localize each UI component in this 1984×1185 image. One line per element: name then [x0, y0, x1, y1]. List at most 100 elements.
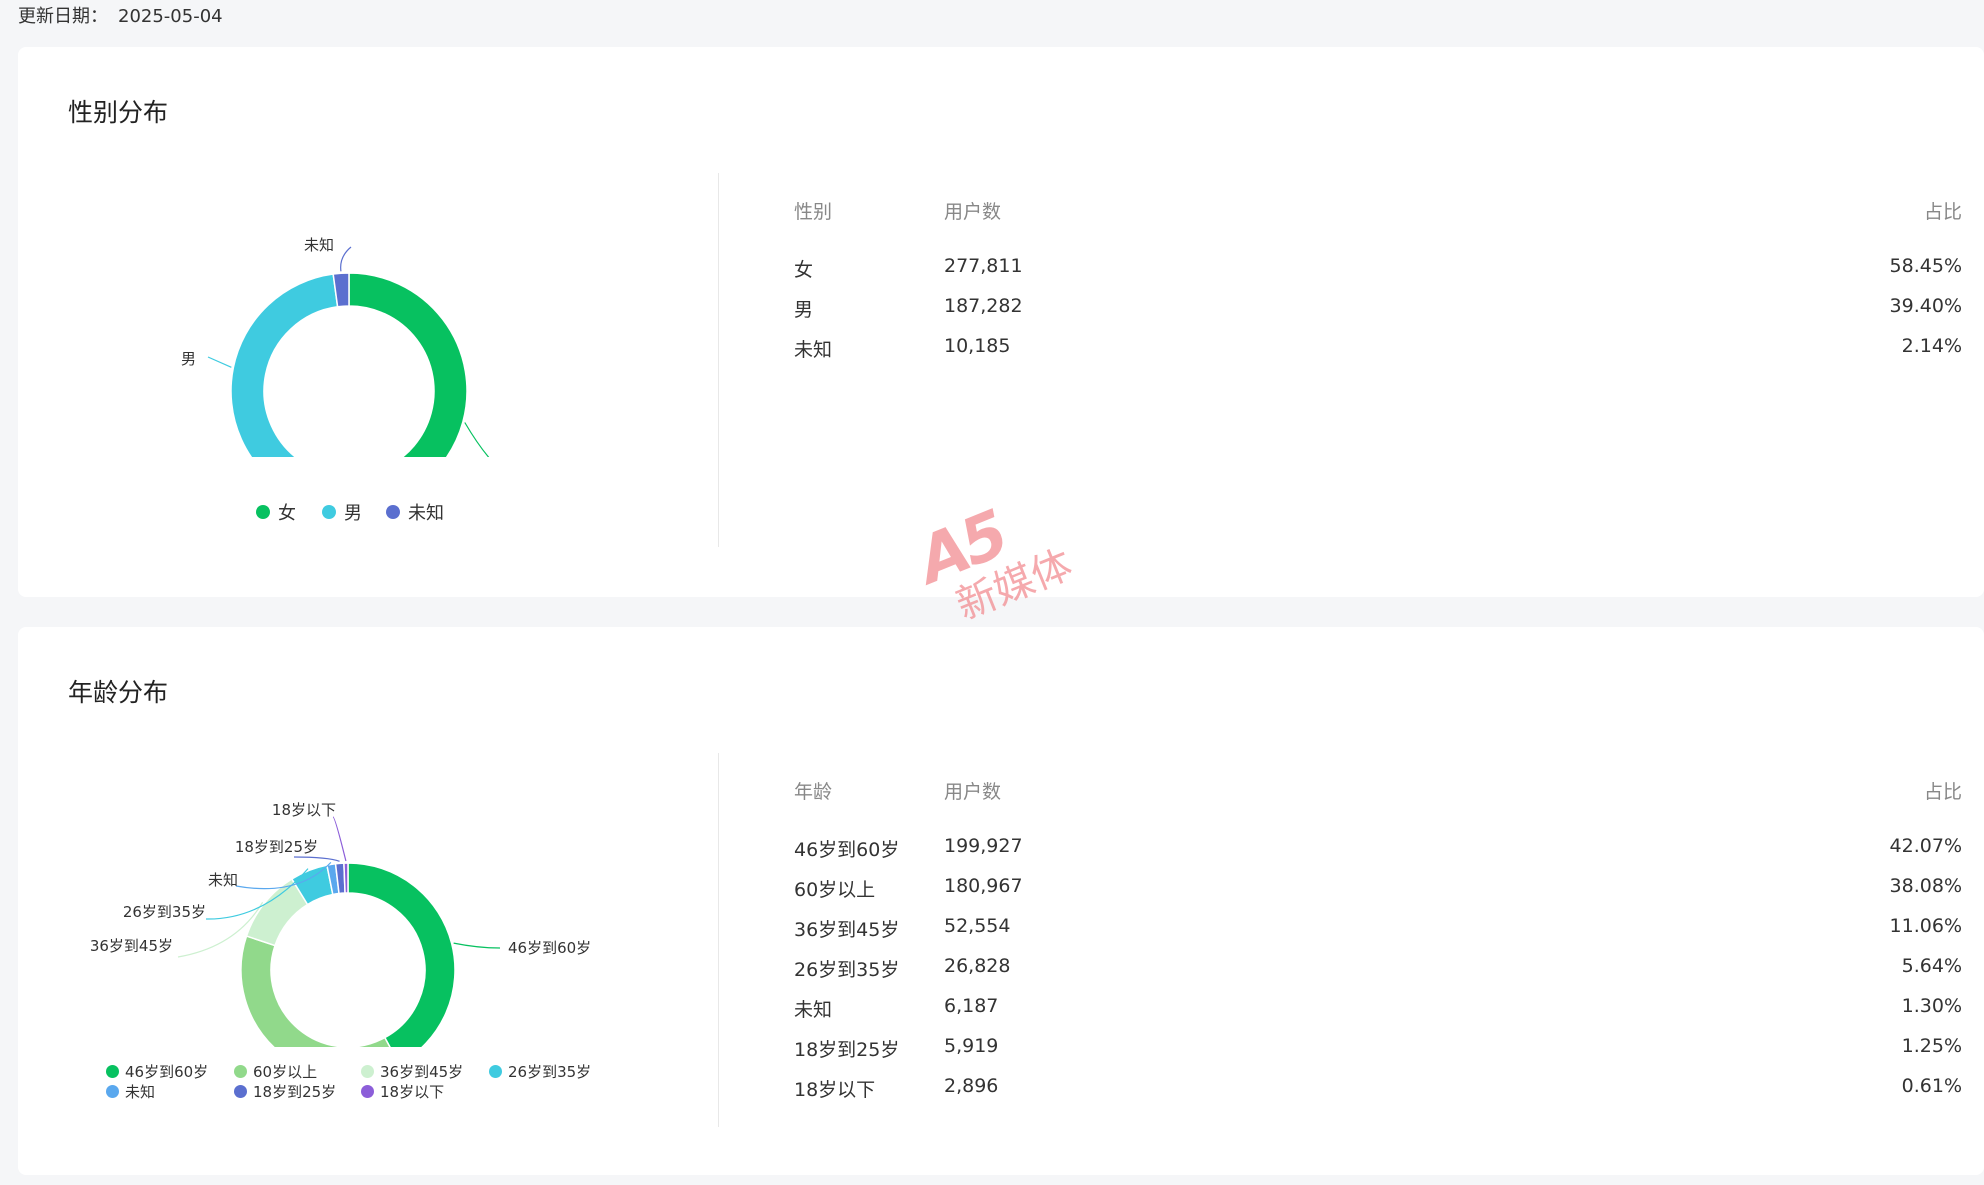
- legend-item[interactable]: 36岁到45岁: [361, 1061, 463, 1082]
- gender-title: 性别分布: [68, 98, 169, 127]
- legend-item-male[interactable]: 男: [322, 499, 362, 525]
- slice-label: 未知: [208, 871, 238, 889]
- update-date-value: 2025-05-04: [118, 6, 223, 27]
- cell-category: 26岁到35岁: [794, 959, 900, 981]
- cell-category: 46岁到60岁: [794, 839, 900, 861]
- age-legend: 46岁到60岁 60岁以上 36岁到45岁 26岁到35岁未知 18岁到25岁 18岁以下: [106, 1061, 626, 1101]
- cell-user-count: 187,282: [944, 295, 1023, 317]
- age-donut-chart: 46岁到60岁60岁以上36岁到45岁26岁到35岁未知18岁到25岁18岁以下: [90, 801, 591, 1078]
- cell-category: 18岁到25岁: [794, 1039, 900, 1061]
- label-leader-line: [340, 246, 352, 272]
- legend-item[interactable]: 60岁以上: [234, 1061, 317, 1082]
- age-title: 年龄分布: [68, 678, 169, 707]
- legend-item-female[interactable]: 女: [256, 499, 296, 525]
- legend-item[interactable]: 26岁到35岁: [489, 1061, 591, 1082]
- slice-label: 男: [181, 350, 196, 368]
- cell-category: 未知: [794, 999, 833, 1021]
- legend-label: 36岁到45岁: [380, 1063, 464, 1081]
- header-gender: 性别: [794, 201, 833, 223]
- cell-category: 男: [794, 299, 814, 321]
- slice-label: 未知: [304, 236, 334, 254]
- slice-label: 26岁到35岁: [123, 903, 206, 921]
- legend-item[interactable]: 未知: [106, 1081, 155, 1102]
- cell-ratio: 11.06%: [1889, 915, 1962, 937]
- label-leader-line: [332, 816, 347, 862]
- slice-label: 18岁到25岁: [235, 838, 318, 856]
- legend-label: 46岁到60岁: [125, 1063, 209, 1081]
- gender-chart: 女男未知: [58, 167, 678, 510]
- label-leader-line: [293, 856, 340, 862]
- gender-divider: [718, 173, 719, 547]
- header-age: 年龄: [794, 781, 833, 803]
- legend-label: 男: [344, 503, 362, 524]
- cell-category: 未知: [794, 339, 833, 361]
- cell-category: 女: [794, 259, 814, 281]
- table-row: 18岁以下 2,896 0.61%: [794, 1075, 1962, 1115]
- legend-dot: [234, 1065, 247, 1078]
- gender-legend: 女 男 未知: [256, 499, 556, 525]
- table-row: 36岁到45岁 52,554 11.06%: [794, 915, 1962, 955]
- cell-ratio: 1.25%: [1901, 1035, 1962, 1057]
- legend-item-unknown[interactable]: 未知: [386, 499, 444, 525]
- gender-table: 性别 用户数 占比 女 277,811 58.45% 男 187,282 39.40% 未知…: [794, 197, 1962, 375]
- table-header: 性别 用户数 占比: [794, 197, 1962, 237]
- table-row: 未知 6,187 1.30%: [794, 995, 1962, 1035]
- cell-user-count: 5,919: [944, 1035, 999, 1057]
- cell-user-count: 26,828: [944, 955, 1011, 977]
- legend-label: 女: [278, 503, 296, 524]
- legend-dot: [234, 1085, 247, 1098]
- update-date-label: 更新日期：: [18, 6, 108, 27]
- legend-item[interactable]: 18岁以下: [361, 1081, 444, 1102]
- age-chart: 46岁到60岁60岁以上36岁到45岁26岁到35岁未知18岁到25岁18岁以下: [58, 747, 678, 1078]
- legend-label: 18岁到25岁: [253, 1083, 337, 1101]
- age-card: 年龄分布 46岁到60岁60岁以上36岁到45岁26岁到35岁未知18岁到25岁…: [18, 627, 1984, 1175]
- cell-ratio: 58.45%: [1889, 255, 1962, 277]
- label-leader-line: [464, 422, 527, 485]
- cell-user-count: 180,967: [944, 875, 1023, 897]
- cell-user-count: 52,554: [944, 915, 1011, 937]
- slice-label: 46岁到60岁: [508, 939, 591, 957]
- header-users: 用户数: [944, 201, 1002, 223]
- legend-dot: [489, 1065, 502, 1078]
- legend-label: 26岁到35岁: [508, 1063, 592, 1081]
- cell-ratio: 0.61%: [1901, 1075, 1962, 1097]
- legend-item[interactable]: 18岁到25岁: [234, 1081, 336, 1102]
- legend-dot: [361, 1065, 374, 1078]
- table-row: 男 187,282 39.40%: [794, 295, 1962, 335]
- cell-ratio: 1.30%: [1901, 995, 1962, 1017]
- cell-category: 60岁以上: [794, 879, 876, 901]
- cell-category: 36岁到45岁: [794, 919, 900, 941]
- header-ratio: 占比: [1923, 781, 1962, 803]
- cell-ratio: 39.40%: [1889, 295, 1962, 317]
- update-date: 更新日期： 2025-05-04: [18, 2, 223, 28]
- pie-slice[interactable]: [343, 862, 349, 894]
- table-row: 26岁到35岁 26,828 5.64%: [794, 955, 1962, 995]
- slice-label: 18岁以下: [272, 801, 336, 819]
- legend-label: 18岁以下: [380, 1083, 445, 1101]
- header-users: 用户数: [944, 781, 1002, 803]
- cell-user-count: 6,187: [944, 995, 999, 1017]
- legend-item[interactable]: 46岁到60岁: [106, 1061, 208, 1082]
- table-row: 女 277,811 58.45%: [794, 255, 1962, 295]
- table-row: 46岁到60岁 199,927 42.07%: [794, 835, 1962, 875]
- legend-dot-female: [256, 505, 270, 519]
- cell-user-count: 2,896: [944, 1075, 999, 1097]
- pie-slice[interactable]: [230, 273, 339, 494]
- table-row: 60岁以上 180,967 38.08%: [794, 875, 1962, 915]
- legend-label: 未知: [408, 503, 444, 524]
- cell-category: 18岁以下: [794, 1079, 876, 1101]
- legend-label: 60岁以上: [253, 1063, 318, 1081]
- cell-ratio: 2.14%: [1901, 335, 1962, 357]
- legend-dot: [361, 1085, 374, 1098]
- cell-user-count: 10,185: [944, 335, 1011, 357]
- cell-user-count: 277,811: [944, 255, 1023, 277]
- pie-slice[interactable]: [347, 862, 456, 1065]
- slice-label: 36岁到45岁: [90, 937, 173, 955]
- table-row: 18岁到25岁 5,919 1.25%: [794, 1035, 1962, 1075]
- legend-dot: [106, 1085, 119, 1098]
- table-row: 未知 10,185 2.14%: [794, 335, 1962, 375]
- legend-dot: [106, 1065, 119, 1078]
- age-table: 年龄 用户数 占比 46岁到60岁 199,927 42.07% 60岁以上 180,9…: [794, 777, 1962, 1115]
- cell-user-count: 199,927: [944, 835, 1023, 857]
- pie-slice[interactable]: [240, 935, 401, 1078]
